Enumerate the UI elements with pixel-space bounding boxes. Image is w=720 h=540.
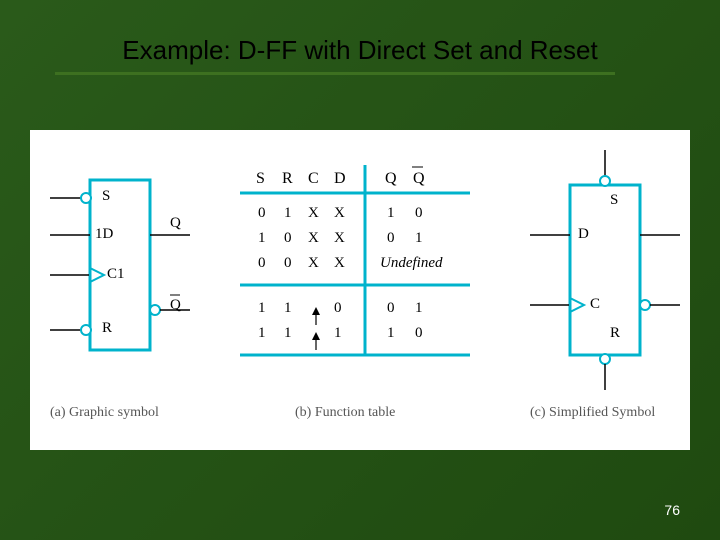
c-r2-c: X <box>308 255 319 272</box>
hdr-c: C <box>308 170 319 188</box>
title-underline <box>55 72 615 75</box>
caption-a: (a) Graphic symbol <box>50 405 159 421</box>
c-r4-s: 1 <box>258 325 266 342</box>
c-r2-d: X <box>334 255 345 272</box>
c-r2-s: 0 <box>258 255 266 272</box>
c-r3-qb: 1 <box>415 300 423 317</box>
hdr-qbar: Q <box>413 170 425 188</box>
c-r0-s: 0 <box>258 205 266 222</box>
pin-d-c: D <box>578 226 589 243</box>
pin-s-c: S <box>610 192 618 209</box>
c-r4-qb: 0 <box>415 325 423 342</box>
hdr-q: Q <box>385 170 397 188</box>
pin-c-c: C <box>590 296 600 313</box>
pin-c-a: C1 <box>107 266 125 283</box>
pin-r-c: R <box>610 325 620 342</box>
slide-content: S 1D C1 R Q Q (a) Graphic symbol S R C D… <box>30 130 690 450</box>
hdr-r: R <box>282 170 293 188</box>
pin-d-a: 1D <box>95 226 113 243</box>
caption-c: (c) Simplified Symbol <box>530 405 655 421</box>
simplified-symbol-c <box>510 145 690 395</box>
slide-title: Example: D-FF with Direct Set and Reset <box>0 35 720 66</box>
caption-b: (b) Function table <box>295 405 395 421</box>
page-number: 76 <box>664 502 680 518</box>
c-r4-d: 1 <box>334 325 342 342</box>
slide: Example: D-FF with Direct Set and Reset … <box>0 0 720 540</box>
c-r0-qb: 0 <box>415 205 423 222</box>
c-r3-q: 0 <box>387 300 395 317</box>
c-r1-q: 0 <box>387 230 395 247</box>
c-r0-q: 1 <box>387 205 395 222</box>
hdr-s: S <box>256 170 265 188</box>
c-r3-s: 1 <box>258 300 266 317</box>
c-r3-d: 0 <box>334 300 342 317</box>
hdr-d: D <box>334 170 346 188</box>
c-r0-r: 1 <box>284 205 292 222</box>
c-r2-q: Undefined <box>380 255 442 272</box>
pin-r-a: R <box>102 320 112 337</box>
c-r3-r: 1 <box>284 300 292 317</box>
pin-qbar-a: Q <box>170 297 181 314</box>
c-r1-s: 1 <box>258 230 266 247</box>
c-r4-r: 1 <box>284 325 292 342</box>
c-r0-d: X <box>334 205 345 222</box>
c-r0-c: X <box>308 205 319 222</box>
c-r1-qb: 1 <box>415 230 423 247</box>
c-r2-r: 0 <box>284 255 292 272</box>
c-r1-d: X <box>334 230 345 247</box>
c-r1-c: X <box>308 230 319 247</box>
c-r1-r: 0 <box>284 230 292 247</box>
pin-s-a: S <box>102 188 110 205</box>
c-r4-q: 1 <box>387 325 395 342</box>
pin-q-a: Q <box>170 215 181 232</box>
